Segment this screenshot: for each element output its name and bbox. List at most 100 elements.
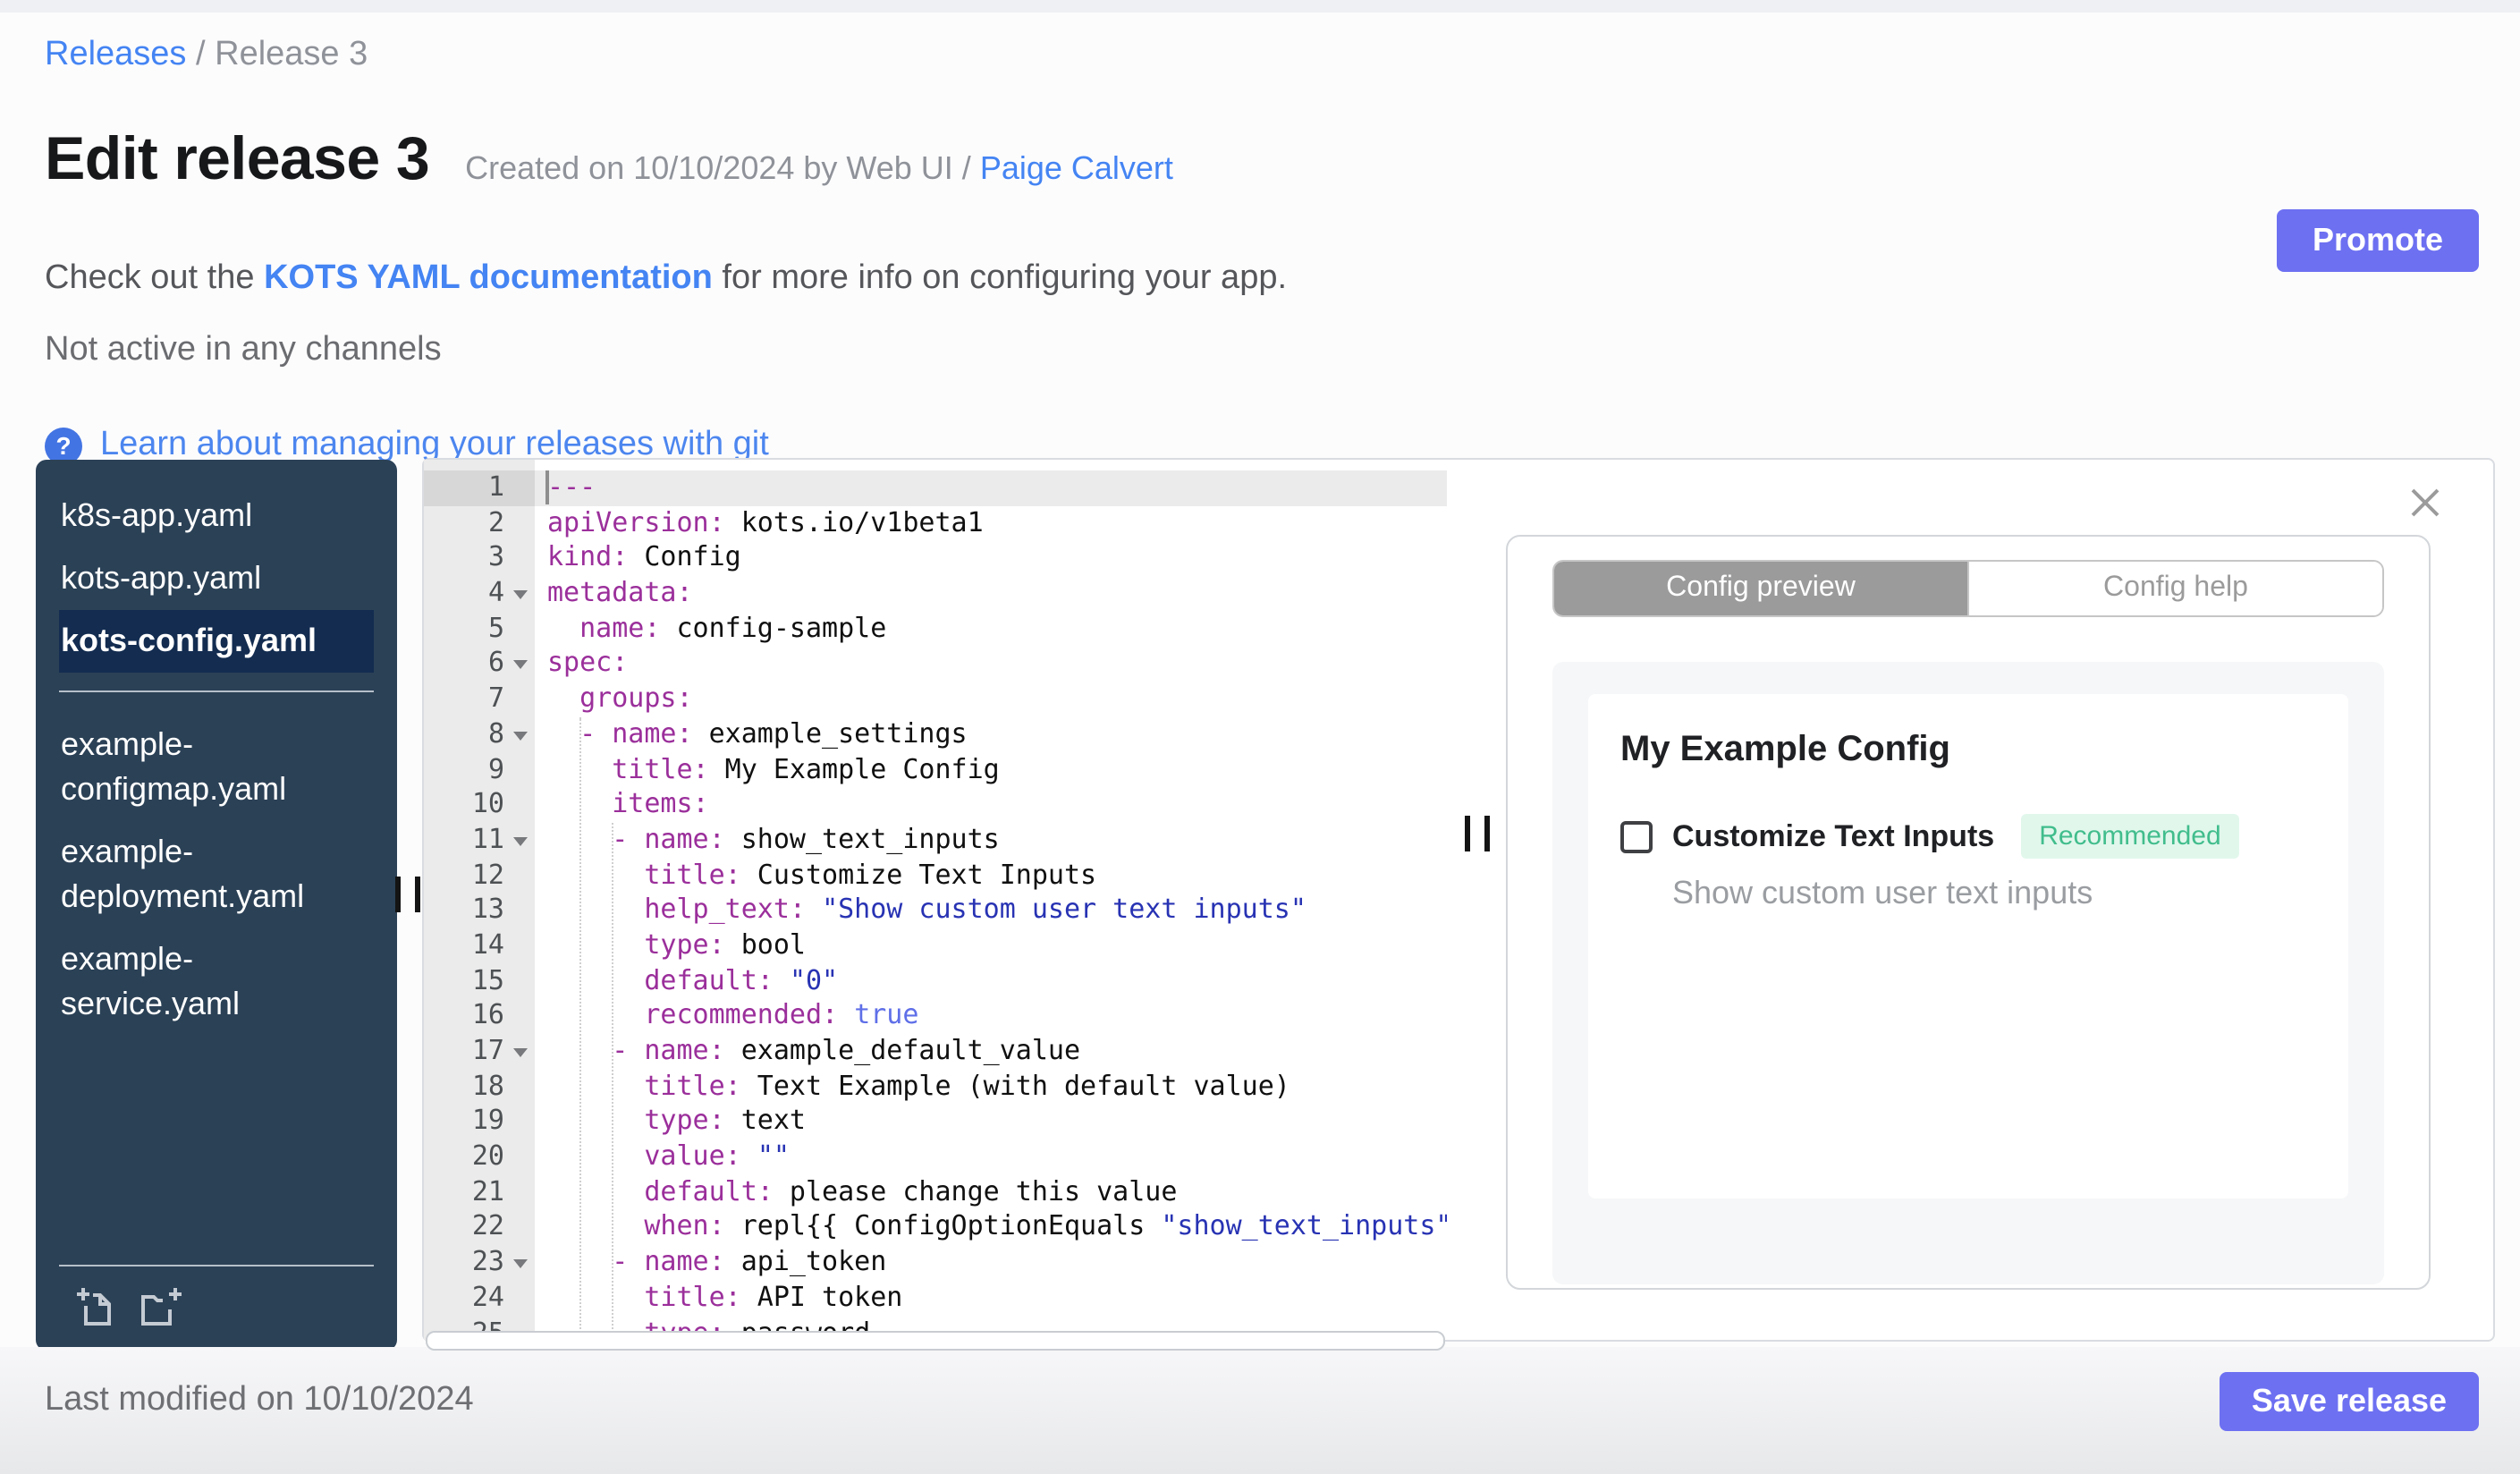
code-line[interactable]: recommended: true — [535, 999, 1447, 1034]
code-line[interactable]: - name: example_settings — [535, 717, 1447, 752]
sidebar-resize-handle[interactable] — [395, 877, 420, 912]
code-token: name: — [547, 611, 661, 644]
tab-config-help[interactable]: Config help — [1967, 562, 2382, 615]
customize-text-inputs-checkbox[interactable] — [1620, 820, 1653, 852]
editor-horizontal-scrollbar[interactable] — [426, 1331, 1445, 1351]
indent-guide — [579, 717, 581, 1340]
kots-yaml-doc-link[interactable]: KOTS YAML documentation — [264, 259, 713, 297]
code-line[interactable]: value: "" — [535, 1139, 1447, 1174]
release-editor-page: Releases / Release 3 Edit release 3 Crea… — [0, 0, 2520, 1474]
gutter-line-number: 15 — [471, 963, 504, 996]
author-link[interactable]: Paige Calvert — [980, 150, 1173, 186]
fold-toggle-icon[interactable] — [513, 836, 528, 846]
code-token: please change this value — [773, 1174, 1178, 1207]
code-token: type: — [547, 1104, 725, 1137]
recommended-badge: Recommended — [2021, 814, 2239, 859]
code-token: text — [724, 1104, 806, 1137]
code-line[interactable]: title: Customize Text Inputs — [535, 858, 1447, 893]
code-line[interactable]: title: My Example Config — [535, 752, 1447, 787]
fold-toggle-icon[interactable] — [513, 660, 528, 670]
code-line[interactable]: spec: — [535, 647, 1447, 682]
yaml-code-editor[interactable]: 1 2 3 4 5 6 7 8 9 10 11 12 13 14 15 16 17 18 19 20 21 22 23 24 2… — [424, 460, 1447, 1340]
code-line[interactable]: type: text — [535, 1105, 1447, 1139]
code-line[interactable]: name: config-sample — [535, 612, 1447, 647]
code-line[interactable]: - name: show_text_inputs — [535, 823, 1447, 858]
new-folder-icon[interactable] — [138, 1286, 184, 1329]
code-token: type: — [547, 928, 725, 961]
last-modified-text: Last modified on 10/10/2024 — [45, 1381, 474, 1419]
code-token: title: — [547, 858, 741, 891]
code-token: example_settings — [692, 716, 968, 750]
code-token: title: — [547, 1280, 741, 1313]
code-token: groups: — [547, 682, 693, 715]
code-token: spec: — [547, 646, 629, 679]
fold-toggle-icon[interactable] — [513, 731, 528, 741]
indent-guide — [612, 823, 613, 1340]
file-tree-item[interactable]: kots-app.yaml — [36, 547, 397, 610]
code-line[interactable]: groups: — [535, 682, 1447, 716]
file-tree-item[interactable]: example-configmap.yaml — [36, 714, 397, 821]
tab-config-preview[interactable]: Config preview — [1554, 562, 1967, 615]
file-tree-sidebar: k8s-app.yaml kots-app.yaml kots-config.yam… — [36, 460, 397, 1351]
code-line[interactable]: kind: Config — [535, 541, 1447, 576]
config-group-card: My Example Config Customize Text Inputs … — [1588, 694, 2348, 1199]
code-line[interactable]: when: repl{{ ConfigOptionEquals "show_te… — [535, 1210, 1447, 1245]
gutter-line-number: 19 — [471, 1104, 504, 1137]
editor-gutter: 1 2 3 4 5 6 7 8 9 10 11 12 13 14 15 16 17 18 19 20 21 22 23 24 2… — [424, 460, 535, 1340]
code-token: metadata: — [547, 576, 693, 609]
code-token: example_default_value — [724, 1034, 1081, 1066]
fold-toggle-icon[interactable] — [513, 1048, 528, 1057]
code-line[interactable]: - name: api_token — [535, 1245, 1447, 1280]
code-line[interactable]: - name: example_default_value — [535, 1034, 1447, 1069]
gutter-line-number: 18 — [471, 1069, 504, 1102]
editor-container: 1 2 3 4 5 6 7 8 9 10 11 12 13 14 15 16 17 18 19 20 21 22 23 24 2… — [422, 458, 2495, 1351]
code-token: - name: — [547, 1034, 725, 1066]
close-icon[interactable] — [2406, 483, 2445, 522]
breadcrumb-separator: / — [196, 36, 206, 73]
file-tree-item[interactable]: kots-config.yaml — [59, 610, 374, 673]
gutter-line-number: 17 — [424, 1034, 535, 1069]
file-tree-item[interactable]: example-deployment.yaml — [36, 821, 397, 928]
breadcrumb-releases-link[interactable]: Releases — [45, 36, 186, 73]
code-line[interactable]: help_text: "Show custom user text inputs… — [535, 894, 1447, 928]
new-file-icon[interactable] — [75, 1286, 118, 1329]
code-line[interactable]: metadata: — [535, 576, 1447, 611]
code-token: - name: — [547, 822, 725, 855]
editor-code-area[interactable]: --- apiVersion: kots.io/v1beta1 kind: Conf… — [535, 470, 1447, 1340]
code-token: "0" — [789, 963, 839, 996]
code-token: "show_text_inputs" — [1161, 1209, 1447, 1242]
fold-toggle-icon[interactable] — [513, 1259, 528, 1269]
breadcrumb: Releases / Release 3 — [45, 36, 368, 75]
code-line[interactable]: type: bool — [535, 928, 1447, 963]
code-token: title: — [547, 1069, 741, 1102]
preview-resize-handle[interactable] — [1465, 816, 1490, 851]
code-token: true — [854, 998, 919, 1031]
code-token: Text Example (with default value) — [740, 1069, 1290, 1102]
code-line[interactable]: items: — [535, 787, 1447, 822]
code-token: recommended: — [547, 998, 839, 1031]
doc-line-prefix: Check out the — [45, 259, 265, 297]
config-group-title: My Example Config — [1620, 730, 1950, 769]
code-line[interactable]: default: please change this value — [535, 1175, 1447, 1210]
code-token: "Show custom user text inputs" — [822, 893, 1307, 926]
gutter-line-number: 23 — [424, 1245, 535, 1280]
preview-tabs: Config preview Config help — [1552, 560, 2384, 617]
file-list: k8s-app.yaml kots-app.yaml kots-config.yam… — [36, 485, 397, 1036]
save-release-button[interactable]: Save release — [2220, 1372, 2479, 1431]
code-token: value: — [547, 1139, 741, 1173]
code-line[interactable]: apiVersion: kots.io/v1beta1 — [535, 505, 1447, 540]
code-line[interactable]: title: API token — [535, 1281, 1447, 1316]
code-line[interactable]: default: "0" — [535, 963, 1447, 998]
code-token: title: — [547, 752, 709, 784]
title-row: Edit release 3 Created on 10/10/2024 by … — [45, 125, 1173, 195]
code-line[interactable]: --- — [535, 470, 1447, 506]
promote-button[interactable]: Promote — [2277, 209, 2479, 272]
code-line[interactable]: title: Text Example (with default value) — [535, 1069, 1447, 1104]
file-tree-item[interactable]: k8s-app.yaml — [36, 485, 397, 547]
fold-toggle-icon[interactable] — [513, 590, 528, 600]
file-tree-item[interactable]: example-service.yaml — [36, 928, 397, 1036]
code-token: --- — [547, 470, 596, 503]
